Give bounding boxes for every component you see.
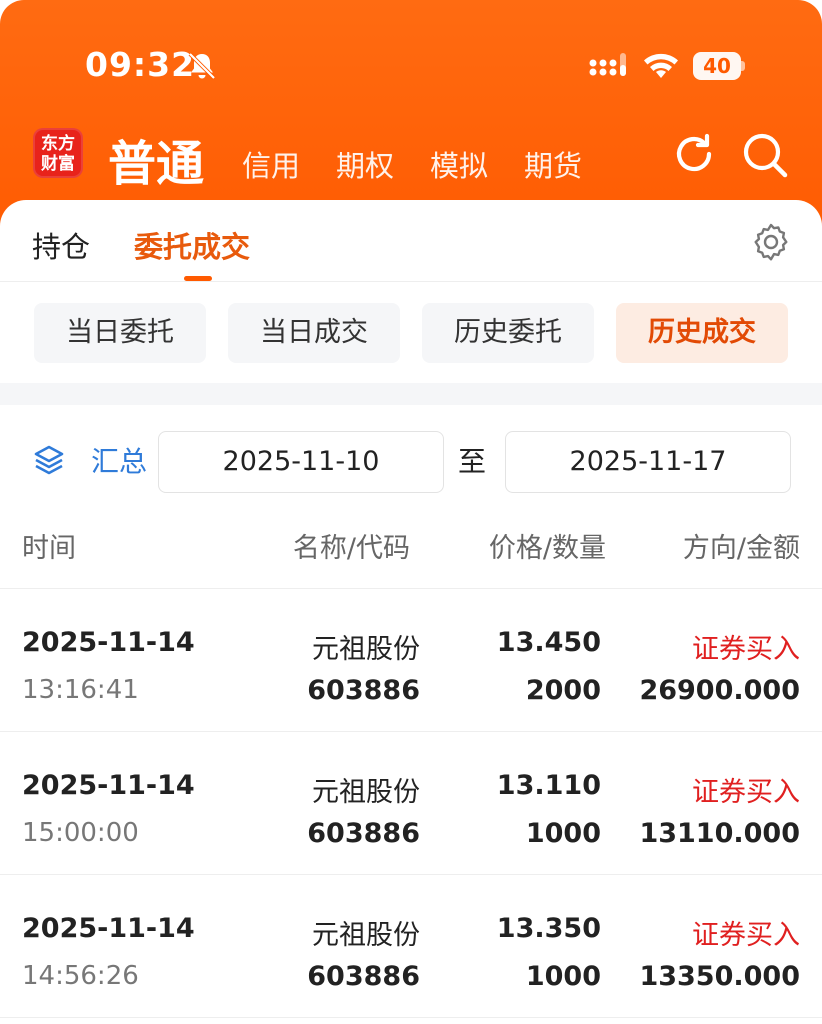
- trade-quantity: 1000: [525, 818, 601, 849]
- battery-level: 40: [693, 52, 741, 80]
- tab-simulation[interactable]: 模拟: [430, 143, 488, 185]
- status-time: 09:32: [85, 45, 196, 84]
- end-date-field[interactable]: 2025-11-17: [505, 431, 791, 493]
- segment-today-orders[interactable]: 当日委托: [34, 303, 206, 363]
- tab-credit[interactable]: 信用: [242, 143, 300, 185]
- trade-amount: 26900.000: [639, 675, 800, 706]
- trade-date: 2025-11-14: [22, 770, 195, 801]
- trade-amount: 13350.000: [639, 961, 800, 992]
- segment-history-trades[interactable]: 历史成交: [616, 303, 788, 363]
- segment-today-trades[interactable]: 当日成交: [228, 303, 400, 363]
- tab-futures[interactable]: 期货: [524, 143, 582, 185]
- battery-icon: 40: [693, 52, 745, 80]
- tab-options[interactable]: 期权: [336, 143, 394, 185]
- stock-name: 元祖股份: [312, 777, 420, 808]
- trade-price: 13.110: [496, 770, 601, 801]
- trade-quantity: 2000: [525, 675, 601, 706]
- tab-positions[interactable]: 持仓: [32, 224, 90, 266]
- refresh-icon[interactable]: [670, 130, 718, 178]
- column-header-name-code: 名称/代码: [292, 533, 410, 564]
- cellular-signal-icon: [589, 53, 626, 76]
- trade-price: 13.350: [496, 913, 601, 944]
- trade-date: 2025-11-14: [22, 913, 195, 944]
- column-header-time: 时间: [22, 533, 76, 564]
- start-date-field[interactable]: 2025-11-10: [158, 431, 444, 493]
- search-icon[interactable]: [740, 130, 790, 180]
- trade-time: 15:00:00: [22, 818, 139, 848]
- app-logo[interactable]: 东方 财富: [33, 128, 83, 178]
- column-header-direction-amount: 方向/金额: [682, 533, 800, 564]
- stock-code: 603886: [307, 961, 420, 992]
- trade-date: 2025-11-14: [22, 627, 195, 658]
- layers-icon[interactable]: [32, 443, 66, 477]
- wifi-icon: [644, 53, 678, 78]
- trade-time: 13:16:41: [22, 675, 139, 705]
- table-row[interactable]: 2025-11-14 14:56:26 元祖股份 603886 13.350 1…: [0, 875, 822, 1018]
- tab-normal[interactable]: 普通: [108, 124, 204, 194]
- table-row[interactable]: 2025-11-14 15:00:00 元祖股份 603886 13.110 1…: [0, 732, 822, 875]
- status-bar: 09:32 40: [0, 0, 822, 110]
- tab-orders-trades[interactable]: 委托成交: [134, 224, 250, 266]
- section-separator: [0, 383, 822, 405]
- trade-amount: 13110.000: [639, 818, 800, 849]
- trade-quantity: 1000: [525, 961, 601, 992]
- column-header-price-qty: 价格/数量: [488, 533, 606, 564]
- content-card: 持仓 委托成交 当日委托 当日成交 历史委托 历史成交 汇总 2025-11-1…: [0, 200, 822, 1024]
- stock-name: 元祖股份: [312, 634, 420, 665]
- stock-code: 603886: [307, 675, 420, 706]
- logo-line-1: 东方: [41, 134, 75, 154]
- date-range-separator: 至: [458, 445, 487, 478]
- divider: [0, 281, 822, 282]
- bell-muted-icon: [188, 52, 216, 80]
- segment-history-orders[interactable]: 历史委托: [422, 303, 594, 363]
- gear-icon[interactable]: [751, 222, 791, 262]
- trade-direction: 证券买入: [692, 634, 800, 665]
- stock-name: 元祖股份: [312, 920, 420, 951]
- trade-direction: 证券买入: [692, 777, 800, 808]
- table-row[interactable]: 2025-11-14 13:16:41 元祖股份 603886 13.450 2…: [0, 589, 822, 732]
- trade-price: 13.450: [496, 627, 601, 658]
- logo-line-2: 财富: [41, 154, 75, 174]
- trade-time: 14:56:26: [22, 961, 139, 991]
- summary-button[interactable]: 汇总: [91, 440, 147, 480]
- trade-direction: 证券买入: [692, 920, 800, 951]
- stock-code: 603886: [307, 818, 420, 849]
